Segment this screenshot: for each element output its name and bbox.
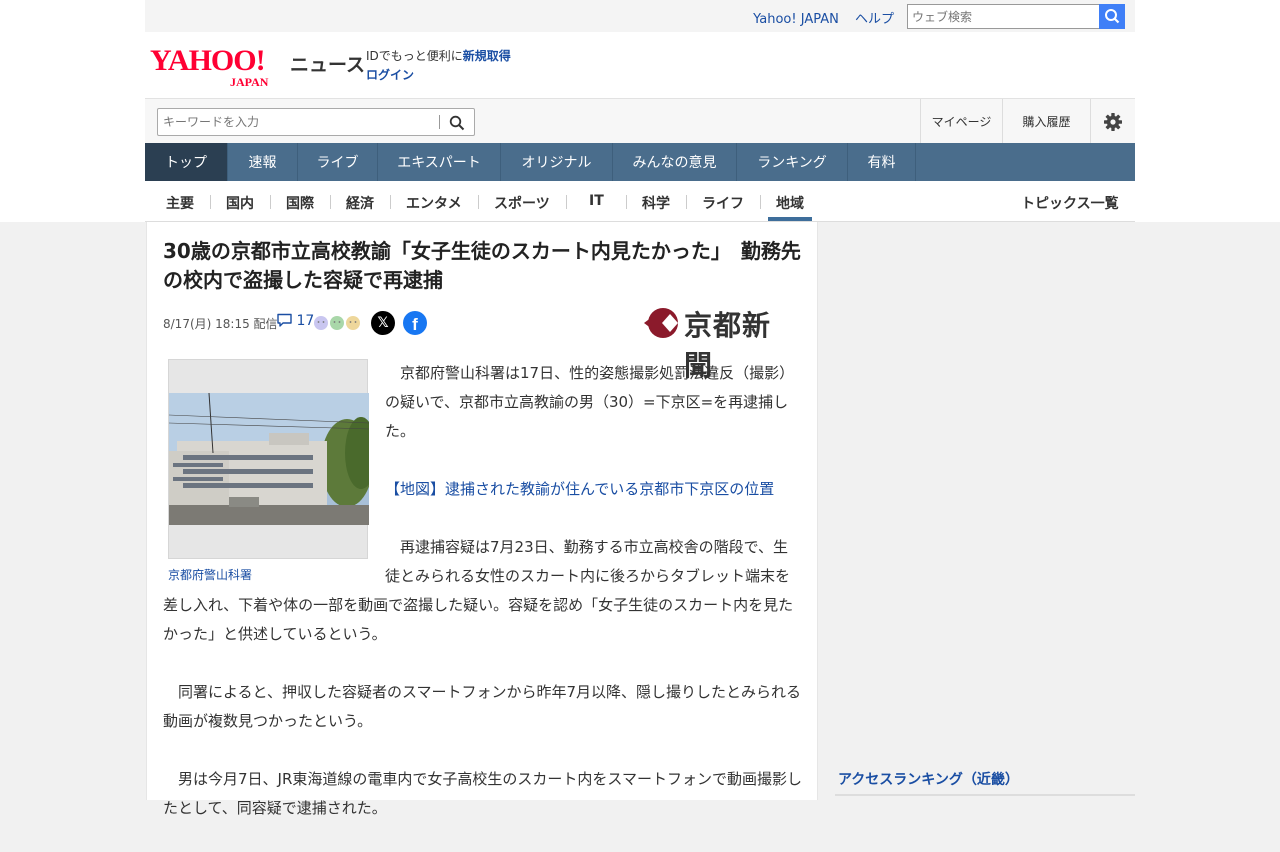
web-search-button[interactable] xyxy=(1099,4,1125,29)
article-meta: 8/17(月) 18:15 配信 xyxy=(163,315,278,332)
help-link[interactable]: ヘルプ xyxy=(855,12,894,27)
settings-button[interactable] xyxy=(1090,99,1135,144)
nav-tab-opinions[interactable]: みんなの意見 xyxy=(613,143,737,181)
comment-count: 17 xyxy=(296,313,315,329)
web-search-input[interactable] xyxy=(907,4,1100,29)
topics-list-link[interactable]: トピックス一覧 xyxy=(1021,193,1119,213)
facebook-share-button[interactable]: f xyxy=(403,311,427,335)
nav-tab-top[interactable]: トップ xyxy=(145,143,228,181)
category-sports[interactable]: スポーツ xyxy=(494,193,550,213)
header-actions: マイページ 購入履歴 xyxy=(920,99,1135,144)
category-science[interactable]: 科学 xyxy=(642,193,670,213)
publisher-logo[interactable]: 京都新聞 xyxy=(644,302,794,382)
main-nav: トップ 速報 ライブ エキスパート オリジナル みんなの意見 ランキング 有料 xyxy=(145,143,1135,181)
article-title: 30歳の京都市立高校教諭「女子生徒のスカート内見たかった」 勤務先の校内で盗撮し… xyxy=(163,239,801,292)
signup-link[interactable]: 新規取得 xyxy=(463,49,511,63)
publish-date: 8/17(月) 18:15 xyxy=(163,317,250,331)
active-category-indicator xyxy=(768,217,812,221)
paragraph: 同署によると、押収した容疑者のスマートフォンから昨年7月以降、隠し撮りしたとみら… xyxy=(163,683,802,730)
gear-icon xyxy=(1104,112,1122,131)
comments-link[interactable]: 17 xyxy=(277,313,314,329)
search-row: マイページ 購入履歴 xyxy=(145,98,1135,144)
category-local[interactable]: 地域 xyxy=(776,193,804,213)
article: 30歳の京都市立高校教諭「女子生徒のスカート内見たかった」 勤務先の校内で盗撮し… xyxy=(146,222,818,817)
divider xyxy=(390,195,391,209)
divider xyxy=(626,195,627,209)
site-header: YAHOO! JAPAN ニュース IDでもっと便利に新規取得 ログイン xyxy=(145,32,1135,98)
id-promo: IDでもっと便利に新規取得 ログイン xyxy=(366,47,511,85)
ranking-divider xyxy=(835,794,1135,796)
nav-tab-ranking[interactable]: ランキング xyxy=(737,143,848,181)
purchase-history-button[interactable]: 購入履歴 xyxy=(1002,99,1090,144)
facebook-logo-icon: f xyxy=(412,315,418,334)
category-domestic[interactable]: 国内 xyxy=(226,193,254,213)
divider xyxy=(270,195,271,209)
yahoo-japan-link[interactable]: Yahoo! JAPAN xyxy=(753,12,839,27)
category-international[interactable]: 国際 xyxy=(286,193,314,213)
divider xyxy=(330,195,331,209)
login-link[interactable]: ログイン xyxy=(366,68,414,82)
publisher-mark-icon xyxy=(644,308,678,338)
web-search xyxy=(907,4,1125,29)
access-ranking-title[interactable]: アクセスランキング（近畿） xyxy=(838,769,1019,789)
distributed-label: 配信 xyxy=(253,317,278,331)
utility-links: Yahoo! JAPAN ヘルプ xyxy=(741,8,894,27)
reaction-faces-icon[interactable] xyxy=(313,315,361,331)
nav-tab-paid[interactable]: 有料 xyxy=(848,143,916,181)
divider xyxy=(478,195,479,209)
photo-spacer xyxy=(163,359,385,579)
x-share-button[interactable]: 𝕏 xyxy=(371,311,395,335)
nav-tab-breaking[interactable]: 速報 xyxy=(228,143,298,181)
search-icon[interactable] xyxy=(449,115,465,131)
x-logo-icon: 𝕏 xyxy=(377,315,389,331)
keyword-search xyxy=(157,108,475,136)
nav-tab-live[interactable]: ライブ xyxy=(298,143,378,181)
category-it[interactable]: IT xyxy=(589,193,604,209)
section-title[interactable]: ニュース xyxy=(290,50,365,77)
category-life[interactable]: ライフ xyxy=(702,193,744,213)
logo-sub-text: JAPAN xyxy=(230,75,269,89)
category-entertainment[interactable]: エンタメ xyxy=(406,193,462,213)
article-body: 京都府警山科署は17日、性的姿態撮影処罰法違反（撮影）の疑いで、京都市立高教諭の… xyxy=(163,359,803,852)
category-economy[interactable]: 経済 xyxy=(346,193,374,213)
mypage-button[interactable]: マイページ xyxy=(920,99,1002,144)
divider xyxy=(686,195,687,209)
search-icon xyxy=(1105,9,1120,24)
id-promo-text: IDでもっと便利に xyxy=(366,49,463,63)
divider xyxy=(760,195,761,209)
logo-main-text: YAHOO! xyxy=(150,44,266,77)
divider xyxy=(566,195,567,209)
nav-tab-expert[interactable]: エキスパート xyxy=(378,143,501,181)
category-main[interactable]: 主要 xyxy=(166,193,194,213)
keyword-search-input[interactable] xyxy=(158,109,438,135)
yahoo-logo[interactable]: YAHOO! JAPAN xyxy=(150,44,290,89)
paragraph: 男は今月7日、JR東海道線の電車内で女子高校生のスカート内をスマートフォンで動画… xyxy=(163,770,802,817)
comment-icon xyxy=(277,313,292,327)
search-divider xyxy=(439,115,440,129)
category-nav: 主要 国内 国際 経済 エンタメ スポーツ IT 科学 ライフ 地域 トピックス… xyxy=(145,181,1135,222)
divider xyxy=(210,195,211,209)
nav-tab-original[interactable]: オリジナル xyxy=(501,143,613,181)
utility-bar: Yahoo! JAPAN ヘルプ xyxy=(145,0,1135,32)
